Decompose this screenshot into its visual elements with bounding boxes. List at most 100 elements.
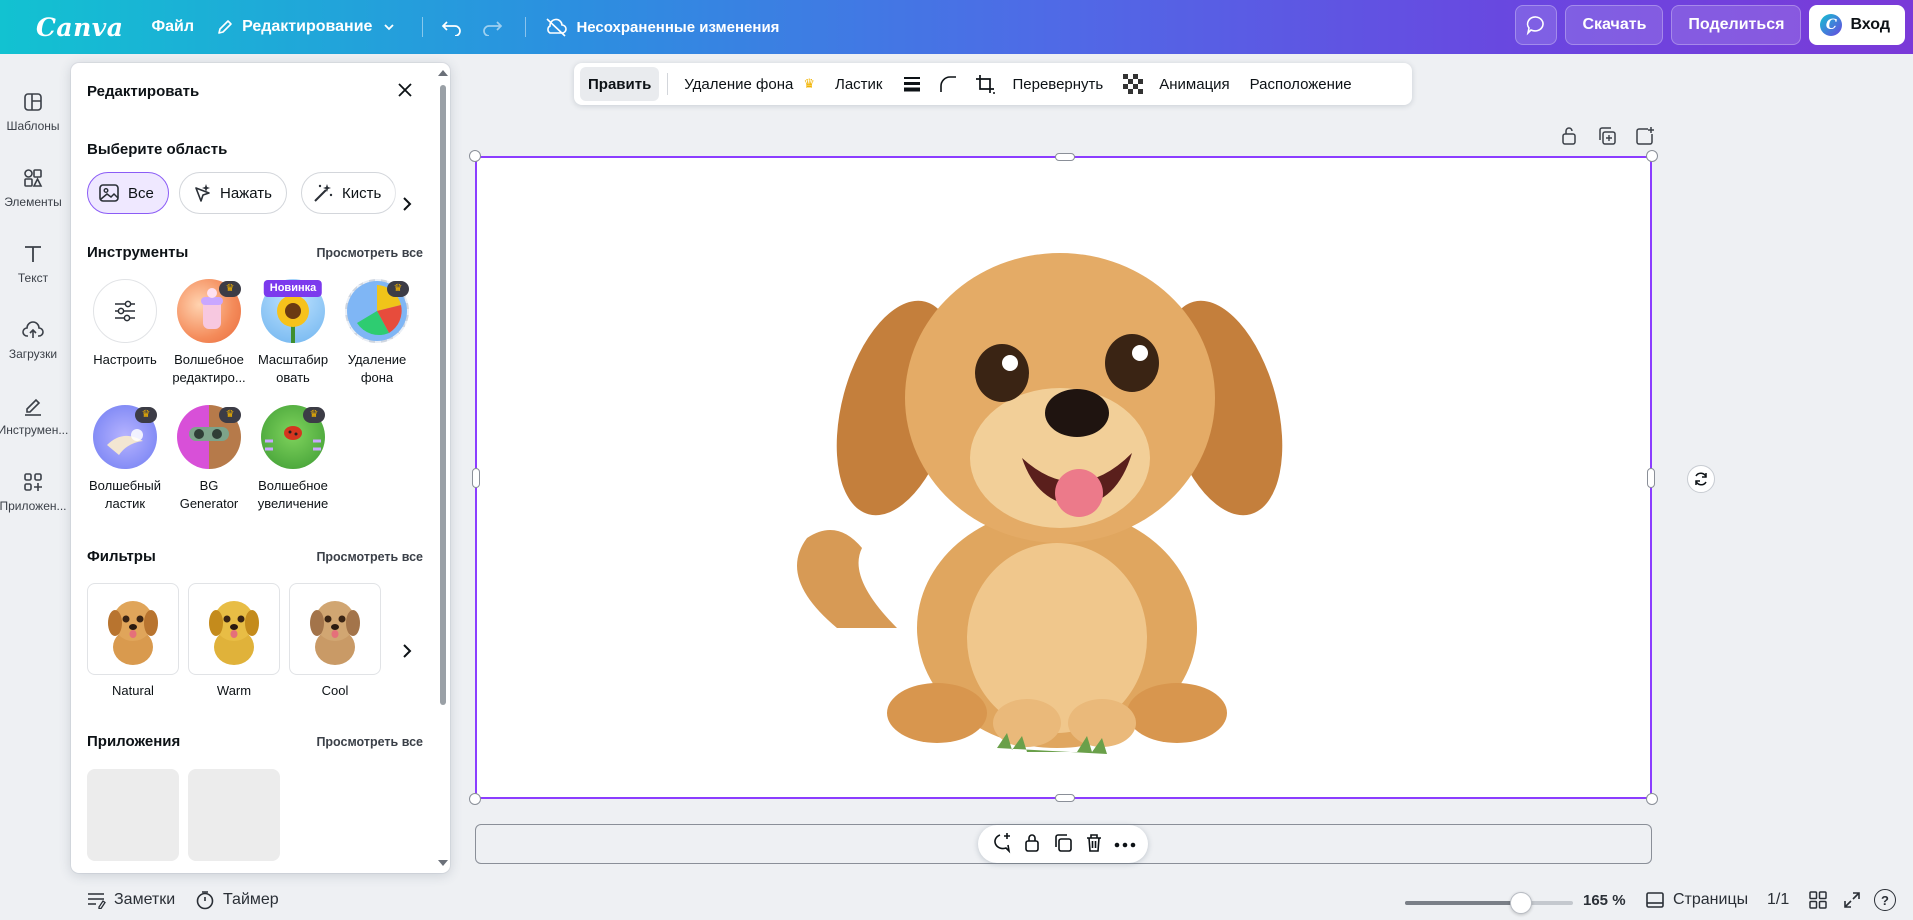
page-actions-pill [978, 825, 1148, 863]
canva-logo[interactable]: Canva [36, 13, 124, 42]
border-style-icon [904, 77, 921, 92]
image-context-toolbar: Править Удаление фона ♛ Ластик Переверну… [574, 63, 1412, 105]
comment-icon [1527, 16, 1545, 36]
tools-see-all-link[interactable]: Просмотреть все [316, 246, 423, 260]
login-button[interactable]: C Вход [1809, 5, 1905, 45]
timer-button[interactable]: Таймер [195, 890, 279, 910]
lock-page-button[interactable] [1550, 126, 1588, 146]
crop-button[interactable] [966, 67, 1004, 101]
grid-view-button[interactable] [1808, 890, 1836, 910]
design-canvas[interactable] [469, 150, 1658, 805]
rotate-button[interactable] [1687, 465, 1715, 493]
apps-icon [24, 473, 42, 491]
save-status[interactable]: Несохраненные изменения [544, 17, 779, 37]
file-menu[interactable]: Файл [152, 18, 195, 36]
bottom-bar: Заметки Таймер 165 % Страницы 1/1 ? [0, 880, 1913, 920]
close-panel-button[interactable] [396, 81, 414, 102]
pages-button[interactable]: Страницы [1645, 891, 1748, 909]
download-button[interactable]: Скачать [1565, 5, 1664, 45]
tool-label: Волшебный ластик [89, 478, 161, 511]
resize-handle-top-right[interactable] [1646, 150, 1658, 162]
notes-button[interactable]: Заметки [86, 891, 175, 909]
rail-item-elements[interactable]: Элементы [0, 150, 66, 226]
resize-handle-left[interactable] [472, 468, 480, 488]
corner-rounding-button[interactable] [930, 67, 966, 101]
delete-button[interactable] [1085, 833, 1103, 856]
tool-magic-expand[interactable]: ♛ Волшебное увеличение [253, 405, 333, 512]
bg-remove-button[interactable]: Удаление фона ♛ [676, 67, 823, 101]
rail-item-apps[interactable]: Приложен... [0, 454, 67, 530]
help-button[interactable]: ? [1874, 889, 1896, 911]
transparency-button[interactable] [1115, 67, 1151, 101]
zoom-slider-fill [1405, 901, 1521, 905]
share-button[interactable]: Поделиться [1671, 5, 1802, 45]
rotate-icon [1695, 472, 1707, 486]
app-tile-placeholder[interactable] [87, 769, 179, 861]
filters-see-all-link[interactable]: Просмотреть все [316, 550, 423, 564]
filters-scroll-right-button[interactable] [391, 605, 423, 697]
duplicate-page-button[interactable] [1588, 126, 1626, 146]
resize-handle-bottom-left[interactable] [469, 793, 481, 805]
duplicate-button[interactable] [1053, 833, 1073, 856]
zoom-slider-knob[interactable] [1509, 892, 1532, 914]
resize-handle-bottom[interactable] [1055, 794, 1075, 802]
resize-handle-top[interactable] [1055, 153, 1075, 161]
tool-magic-edit[interactable]: ♛ Волшебное редактиро... [169, 279, 249, 386]
resize-handle-top-left[interactable] [469, 150, 481, 162]
scroll-down-arrow-icon[interactable] [438, 860, 448, 866]
tool-bg-generator[interactable]: ♛ BG Generator [169, 405, 249, 512]
fullscreen-button[interactable] [1842, 890, 1870, 910]
undo-button[interactable] [441, 18, 463, 36]
eraser-button[interactable]: Ластик [827, 67, 891, 101]
scroll-thumb[interactable] [440, 85, 446, 705]
position-button[interactable]: Расположение [1242, 67, 1360, 101]
premium-crown-icon: ♛ [303, 407, 325, 423]
apps-see-all-link[interactable]: Просмотреть все [316, 735, 423, 749]
area-chip-brush[interactable]: Кисть [301, 172, 397, 214]
zoom-value[interactable]: 165 % [1583, 892, 1626, 909]
apps-section-label: Приложения [87, 733, 181, 750]
edit-mode-menu[interactable]: Редактирование [216, 18, 396, 36]
more-options-button[interactable] [1114, 836, 1136, 852]
rail-item-templates[interactable]: Шаблоны [0, 74, 66, 150]
tool-bg-remover[interactable]: ♛ Удаление фона [337, 279, 417, 386]
rail-item-text[interactable]: Текст [0, 226, 66, 302]
rail-item-draw[interactable]: Инструмен... [0, 378, 69, 454]
puppy-image[interactable] [477, 158, 1650, 797]
filter-natural[interactable]: Natural [87, 583, 179, 698]
rail-item-label: Инструмен... [0, 423, 69, 437]
magic-expand-icon: ♛ [261, 405, 325, 469]
filter-cool[interactable]: Cool [289, 583, 381, 698]
area-chip-click[interactable]: Нажать [179, 172, 287, 214]
panel-scrollbar[interactable] [435, 67, 449, 869]
add-page-button[interactable] [1626, 126, 1664, 146]
tool-adjust[interactable]: Настроить [85, 279, 165, 369]
chips-scroll-right-button[interactable] [391, 183, 423, 225]
comments-button[interactable] [1515, 5, 1558, 45]
premium-crown-icon: ♛ [219, 281, 241, 297]
chip-label: Кисть [342, 184, 382, 202]
tool-magic-eraser[interactable]: ♛ Волшебный ластик [85, 405, 165, 512]
area-chip-all[interactable]: Все [87, 172, 169, 214]
edit-image-button[interactable]: Править [580, 67, 660, 101]
border-style-button[interactable] [894, 67, 930, 101]
lock-button[interactable] [1023, 833, 1041, 856]
scroll-up-arrow-icon[interactable] [438, 70, 448, 76]
tool-upscale[interactable]: Новинка Масштабир овать [253, 279, 333, 386]
flip-button[interactable]: Перевернуть [1004, 67, 1111, 101]
add-comment-button[interactable] [990, 832, 1012, 857]
filter-warm[interactable]: Warm [188, 583, 280, 698]
resize-handle-right[interactable] [1647, 468, 1655, 488]
pencil-icon [218, 20, 232, 34]
app-tile-placeholder[interactable] [188, 769, 280, 861]
lock-icon [1562, 127, 1576, 145]
redo-button[interactable] [481, 18, 503, 36]
animate-button[interactable]: Анимация [1151, 67, 1237, 101]
premium-crown-icon: ♛ [387, 281, 409, 297]
resize-handle-bottom-right[interactable] [1646, 793, 1658, 805]
draw-icon [25, 398, 41, 416]
rail-item-uploads[interactable]: Загрузки [0, 302, 66, 378]
zoom-slider[interactable] [1405, 892, 1573, 914]
divider [667, 73, 669, 95]
divider [422, 17, 424, 37]
